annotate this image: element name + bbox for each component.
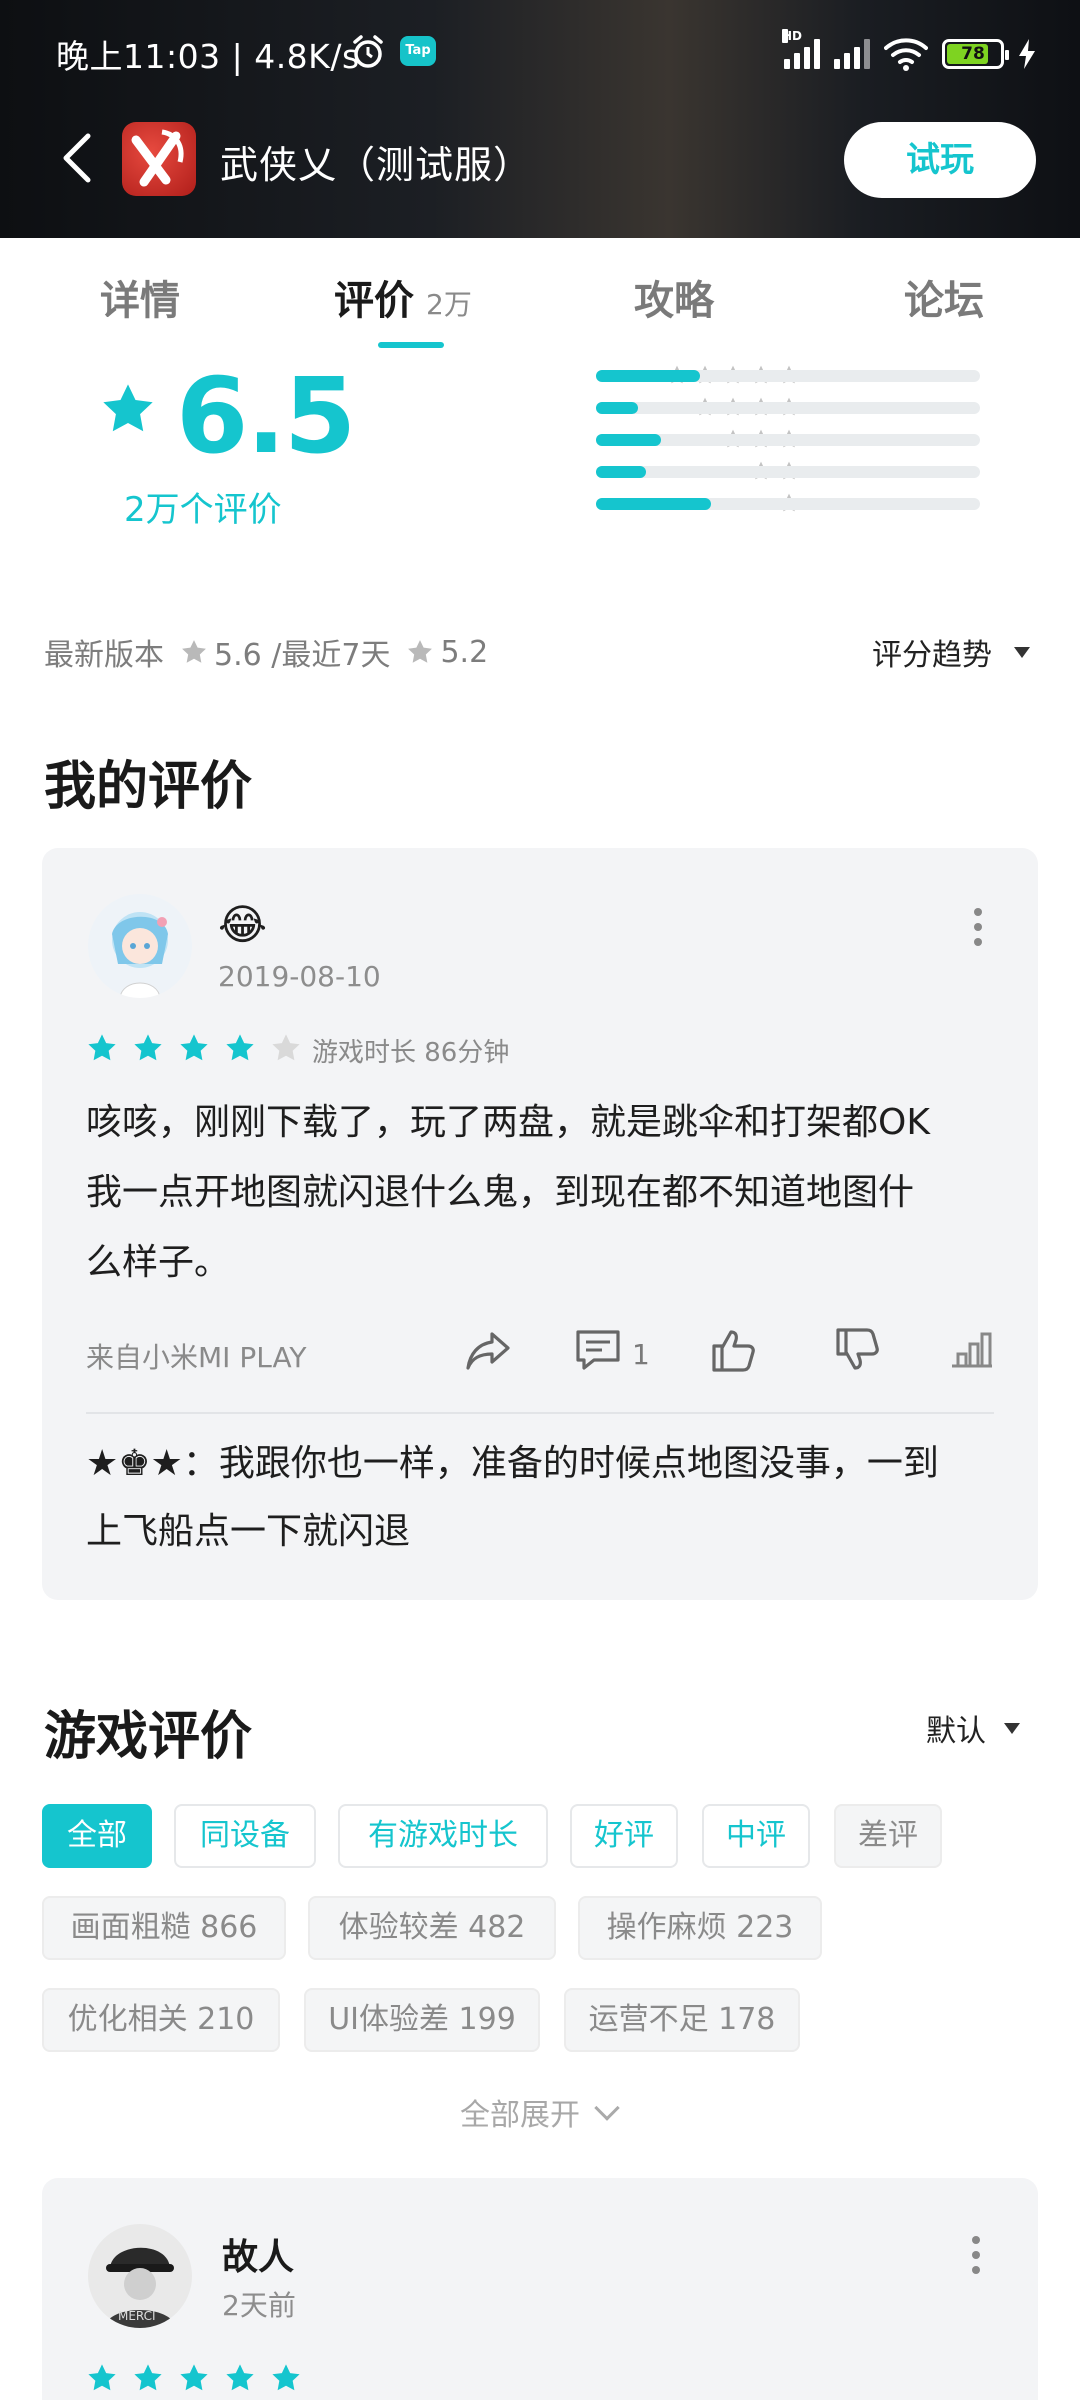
distribution-bar-track xyxy=(596,466,980,478)
my-review-card: 😂 2019-08-10 游戏时长 86分钟 咳咳，刚刚下载了，玩了两盘，就是跳… xyxy=(42,848,1038,1600)
distribution-row-1-star xyxy=(400,492,980,514)
distribution-bar-fill xyxy=(596,434,662,446)
status-bar: 晚上11:03 | 4.8K/s Tap HD 78 xyxy=(0,0,1080,104)
comment-count: 1 xyxy=(632,1338,650,1371)
filter-all[interactable]: 全部 xyxy=(42,1804,152,1868)
dropdown-caret-icon xyxy=(1004,1722,1020,1734)
star-icon xyxy=(132,2362,164,2394)
star-icon xyxy=(178,2362,210,2394)
status-time: 晚上11:03 | 4.8K/s xyxy=(56,37,360,76)
tap-app-icon: Tap xyxy=(400,36,436,66)
distribution-bar-track xyxy=(596,498,980,510)
review-date: 2019-08-10 xyxy=(218,960,381,993)
sort-dropdown[interactable]: 默认 xyxy=(926,1706,1020,1750)
game-reviews-title: 游戏评价 xyxy=(44,1707,253,1767)
tab-forum[interactable]: 论坛 xyxy=(904,268,984,326)
rating-star-icon xyxy=(98,380,158,438)
tag-chip[interactable]: 运营不足 178 xyxy=(564,1988,800,2052)
star-icon xyxy=(406,638,434,666)
distribution-bar-fill xyxy=(596,466,646,478)
filter-negative[interactable]: 差评 xyxy=(834,1804,942,1868)
distribution-row-5-star xyxy=(400,364,980,386)
app-title: 武侠乂（测试服） xyxy=(220,143,533,187)
dropdown-caret-icon xyxy=(1014,646,1030,658)
distribution-bar-track xyxy=(596,402,980,414)
star-icon xyxy=(86,2362,118,2394)
rating-count: 2万个评价 xyxy=(124,490,282,530)
distribution-row-3-star xyxy=(400,428,980,450)
chevron-down-icon xyxy=(594,2095,620,2121)
share-icon[interactable] xyxy=(462,1324,514,1376)
tab-guides[interactable]: 攻略 xyxy=(634,268,714,326)
wifi-icon xyxy=(884,38,928,71)
status-icons: HD 78 xyxy=(782,29,1036,74)
rating-trend-dropdown[interactable]: 评分趋势 xyxy=(872,630,1030,674)
distribution-bar-fill xyxy=(596,402,639,414)
review-text: 咳咳，刚刚下载了，玩了两盘，就是跳伞和打架都OK 我一点开地图就闪退什么鬼，到现… xyxy=(86,1102,930,1283)
star-icon xyxy=(86,1032,118,1064)
tag-chip[interactable]: 画面粗糙 866 xyxy=(42,1896,286,1960)
filter-has-playtime[interactable]: 有游戏时长 xyxy=(338,1804,548,1868)
rating-score: 6.5 xyxy=(176,355,356,477)
app-logo xyxy=(122,122,196,196)
distribution-bar-track xyxy=(596,370,980,382)
stats-icon[interactable] xyxy=(946,1324,998,1376)
tag-chip[interactable]: 操作麻烦 223 xyxy=(578,1896,822,1960)
star-icon xyxy=(132,1032,164,1064)
tab-bar: 详情 评价 2万 攻略 论坛 xyxy=(0,238,1080,350)
star-icon xyxy=(270,2362,302,2394)
try-play-button[interactable]: 试玩 xyxy=(844,122,1036,198)
distribution-row-2-star xyxy=(400,460,980,482)
battery-icon: 78 xyxy=(942,39,1009,69)
star-icon xyxy=(224,2362,256,2394)
svg-text:MERCI: MERCI xyxy=(118,2309,156,2323)
star-icon xyxy=(224,1032,256,1064)
reply-text[interactable]: ★♚★：我跟你也一样，准备的时候点地图没事，一到 上飞船点一下就闪退 xyxy=(86,1430,1006,1566)
thumbs-down-icon[interactable] xyxy=(832,1324,884,1376)
avatar[interactable] xyxy=(88,894,192,998)
charging-icon xyxy=(1019,39,1035,69)
review-time: 2天前 xyxy=(222,2289,296,2322)
distribution-bar-fill xyxy=(596,498,712,510)
expand-all-button[interactable]: 全部展开 xyxy=(460,2090,620,2134)
active-tab-indicator xyxy=(378,342,444,348)
review-stars xyxy=(86,2362,302,2394)
review-stars xyxy=(86,1032,302,1064)
playtime: 游戏时长 86分钟 xyxy=(312,1038,510,1068)
star-icon xyxy=(270,1032,302,1064)
back-icon[interactable] xyxy=(56,130,100,186)
star-icon xyxy=(180,638,208,666)
version-rating: 最新版本 5.6 /最近7天 5.2 xyxy=(44,634,489,674)
review-count: 2万 xyxy=(426,288,472,321)
filter-neutral[interactable]: 中评 xyxy=(702,1804,810,1868)
distribution-row-4-star xyxy=(400,396,980,418)
alarm-icon xyxy=(353,35,383,68)
star-icon xyxy=(178,1032,210,1064)
tag-chip[interactable]: 优化相关 210 xyxy=(42,1988,280,2052)
distribution-bar-track xyxy=(596,434,980,446)
filter-same-device[interactable]: 同设备 xyxy=(174,1804,316,1868)
user-emoji: 😂 xyxy=(218,900,268,949)
signal-icon xyxy=(834,39,870,69)
my-review-title: 我的评价 xyxy=(44,757,253,817)
app-header: 晚上11:03 | 4.8K/s Tap HD 78 武侠乂（测试服） 试玩 xyxy=(0,0,1080,238)
filter-positive[interactable]: 好评 xyxy=(570,1804,678,1868)
tag-chip[interactable]: UI体验差 199 xyxy=(304,1988,540,2052)
avatar[interactable]: MERCI xyxy=(88,2224,192,2328)
comment-icon[interactable] xyxy=(572,1324,624,1376)
more-options-icon[interactable] xyxy=(972,908,984,948)
tab-reviews[interactable]: 评价 2万 xyxy=(334,268,472,326)
reviewer-name[interactable]: 故人 xyxy=(222,2228,294,2280)
more-options-icon[interactable] xyxy=(970,2236,982,2276)
tab-details[interactable]: 详情 xyxy=(100,268,180,326)
review-card: MERCI 故人 2天前 xyxy=(42,2178,1038,2400)
tag-chip[interactable]: 体验较差 482 xyxy=(308,1896,556,1960)
signal-hd-icon: HD xyxy=(782,29,820,69)
divider xyxy=(86,1412,994,1414)
review-source: 来自小米MI PLAY xyxy=(86,1341,307,1374)
distribution-bar-fill xyxy=(596,370,700,382)
thumbs-up-icon[interactable] xyxy=(708,1324,760,1376)
